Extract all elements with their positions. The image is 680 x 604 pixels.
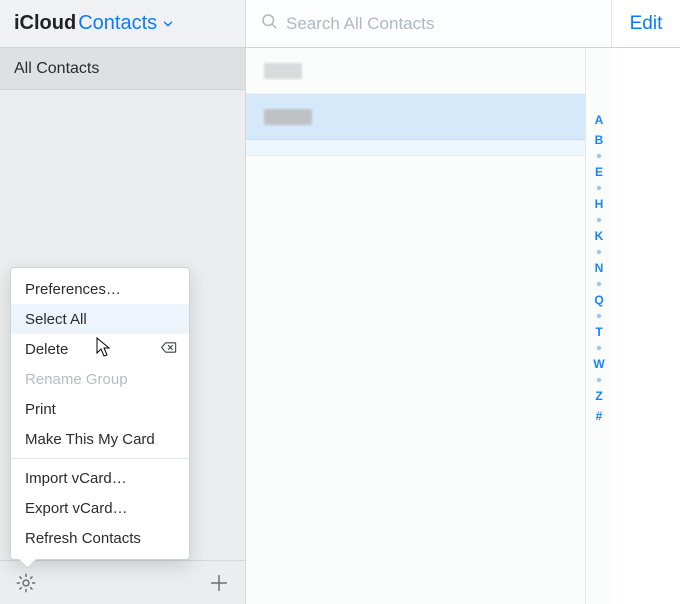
search-area: [246, 0, 612, 47]
alpha-index-letter[interactable]: A: [595, 114, 604, 126]
contact-name-redacted: [264, 109, 312, 125]
alpha-index-dot[interactable]: [597, 378, 601, 382]
app-title-area[interactable]: iCloud Contacts: [0, 0, 246, 47]
menu-item-label: Import vCard…: [25, 470, 127, 487]
menu-item-import-vcard[interactable]: Import vCard…: [11, 463, 189, 493]
alpha-index-letter[interactable]: T: [595, 326, 602, 338]
alpha-index-letter[interactable]: Z: [595, 390, 602, 402]
contact-name-redacted: [264, 63, 302, 79]
alpha-index-dot[interactable]: [597, 218, 601, 222]
chevron-down-icon[interactable]: [161, 17, 175, 31]
plus-icon: [208, 572, 230, 594]
menu-item-label: Print: [25, 401, 56, 418]
settings-menu: Preferences… Select All Delete Rename Gr…: [10, 267, 190, 560]
contact-row[interactable]: [246, 94, 585, 140]
alpha-index-letter[interactable]: B: [595, 134, 604, 146]
alpha-index-letter[interactable]: H: [595, 198, 604, 210]
menu-item-label: Export vCard…: [25, 500, 128, 517]
alpha-index-letter[interactable]: W: [593, 358, 604, 370]
alpha-index-dot[interactable]: [597, 282, 601, 286]
alpha-index-letter[interactable]: Q: [594, 294, 603, 306]
settings-gear-button[interactable]: [12, 569, 40, 597]
menu-item-refresh-contacts[interactable]: Refresh Contacts: [11, 523, 189, 553]
menu-item-delete[interactable]: Delete: [11, 334, 189, 364]
contacts-list[interactable]: [246, 48, 586, 604]
alpha-index-dot[interactable]: [597, 346, 601, 350]
edit-button[interactable]: Edit: [630, 13, 663, 35]
sidebar-item-label: All Contacts: [14, 60, 99, 78]
alpha-index-dot[interactable]: [597, 154, 601, 158]
menu-item-label: Preferences…: [25, 281, 121, 298]
sidebar-footer: [0, 560, 245, 604]
menu-item-label: Delete: [25, 341, 68, 358]
contact-detail-pane: [612, 48, 680, 604]
menu-item-label: Rename Group: [25, 371, 128, 388]
menu-item-label: Select All: [25, 311, 87, 328]
contact-row[interactable]: [246, 48, 585, 94]
alpha-index-letter[interactable]: E: [595, 166, 603, 178]
menu-item-export-vcard[interactable]: Export vCard…: [11, 493, 189, 523]
menu-separator: [11, 458, 189, 459]
alpha-index[interactable]: AB E H K N Q T W Z #: [586, 48, 612, 604]
alpha-index-dot[interactable]: [597, 314, 601, 318]
menu-item-rename-group: Rename Group: [11, 364, 189, 394]
alpha-index-dot[interactable]: [597, 250, 601, 254]
sidebar-item-all-contacts[interactable]: All Contacts: [0, 48, 245, 90]
delete-key-icon: [161, 341, 177, 358]
groups-sidebar: All Contacts Preferences… Select All Del…: [0, 48, 246, 604]
add-contact-button[interactable]: [205, 569, 233, 597]
menu-item-make-my-card[interactable]: Make This My Card: [11, 424, 189, 454]
menu-item-print[interactable]: Print: [11, 394, 189, 424]
menu-item-preferences[interactable]: Preferences…: [11, 274, 189, 304]
alpha-index-letter[interactable]: #: [596, 410, 603, 422]
alpha-index-dot[interactable]: [597, 186, 601, 190]
section-name: Contacts: [78, 12, 157, 35]
menu-item-select-all[interactable]: Select All: [11, 304, 189, 334]
alpha-index-letter[interactable]: K: [595, 230, 604, 242]
gear-icon: [15, 572, 37, 594]
menu-item-label: Make This My Card: [25, 431, 155, 448]
app-name: iCloud: [14, 12, 76, 35]
app-header: iCloud Contacts Edit: [0, 0, 680, 48]
search-input[interactable]: [286, 14, 546, 34]
search-icon: [260, 12, 286, 35]
alpha-index-letter[interactable]: N: [595, 262, 604, 274]
contact-row[interactable]: [246, 140, 585, 156]
header-actions: Edit: [612, 0, 680, 47]
menu-item-label: Refresh Contacts: [25, 530, 141, 547]
